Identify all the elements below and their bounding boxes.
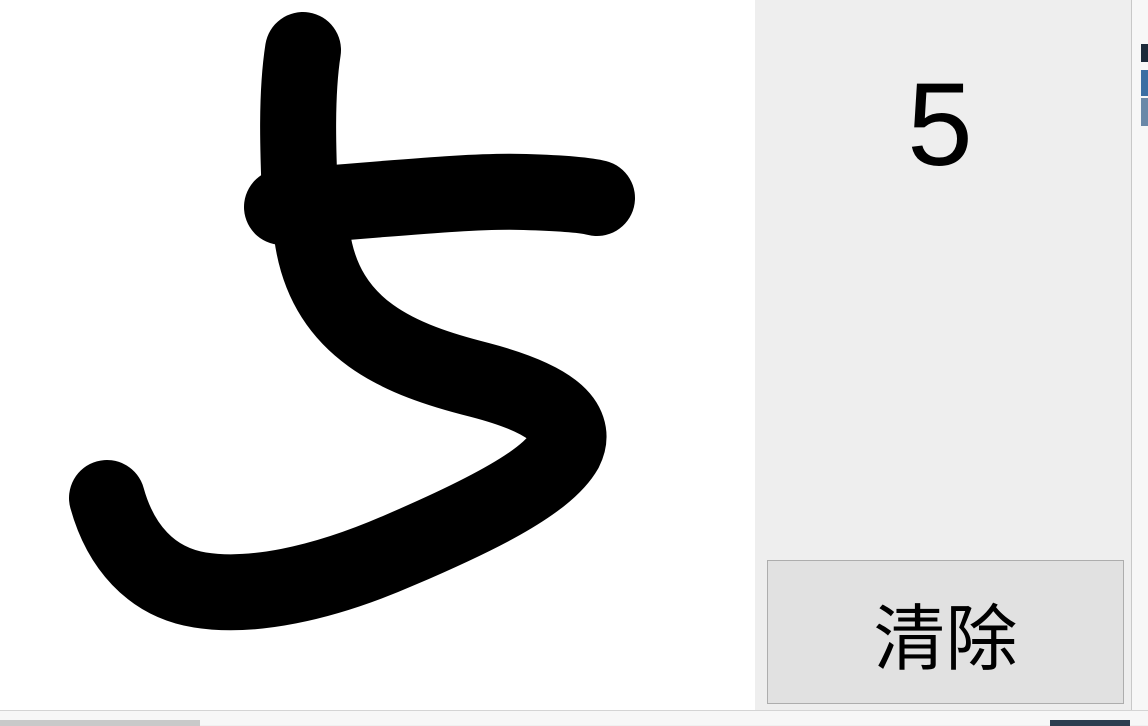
clear-button[interactable]: 清除	[767, 560, 1124, 704]
background-window-edge	[1131, 0, 1148, 725]
taskbar-fragment	[1050, 720, 1130, 726]
stroke-belly	[69, 197, 607, 631]
drawing-canvas[interactable]	[0, 0, 755, 710]
prediction-label: 5	[907, 59, 973, 191]
background-fragment	[1141, 70, 1148, 96]
background-fragment	[1141, 98, 1148, 126]
handwritten-digit-drawing	[69, 12, 635, 631]
background-fragment	[1141, 44, 1148, 62]
digit-recognizer-window: 5 清除	[0, 0, 1148, 726]
taskbar-edge	[0, 710, 1148, 726]
taskbar-fragment	[0, 720, 200, 726]
